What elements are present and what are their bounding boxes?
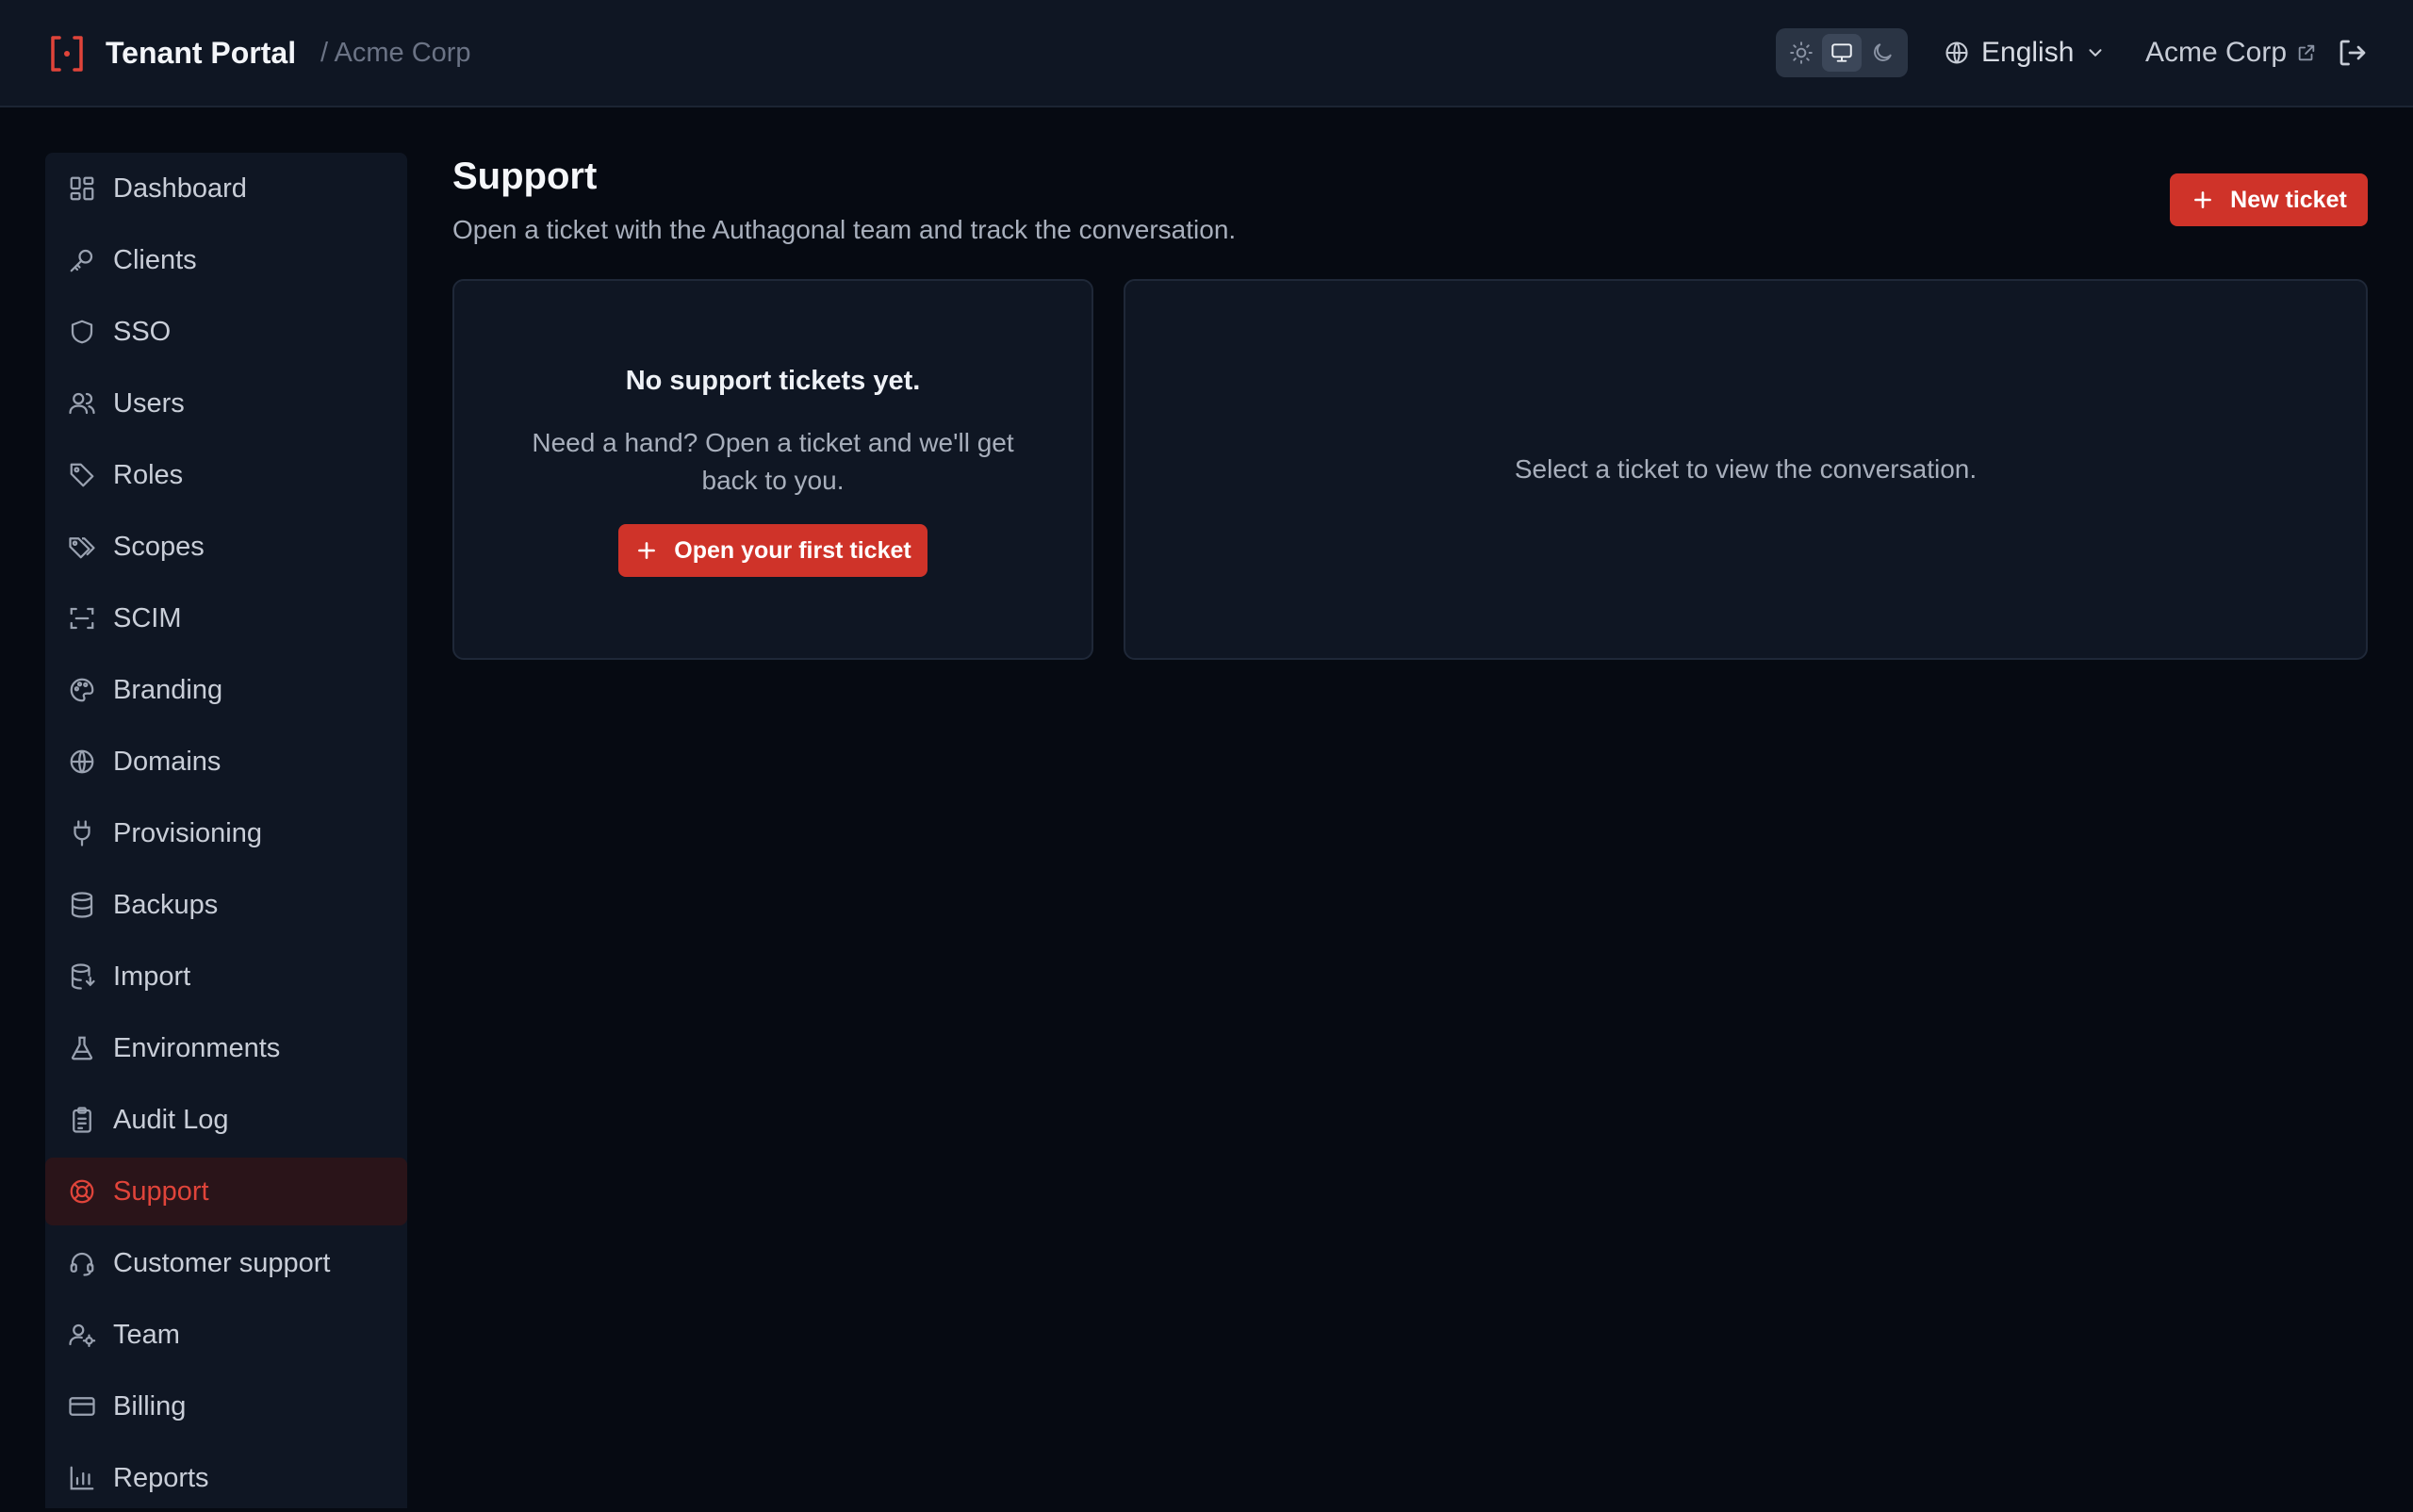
clipboard-icon [73, 1107, 91, 1133]
sidebar-item-customer-support[interactable]: Customer support [45, 1229, 407, 1297]
moon-icon [1873, 43, 1892, 61]
sidebar-item-label: SCIM [113, 602, 182, 633]
empty-state-title: No support tickets yet. [625, 366, 921, 396]
sidebar-item-label: Reports [113, 1462, 209, 1493]
sidebar-item-sso[interactable]: SSO [45, 298, 407, 366]
tag-icon [70, 463, 94, 487]
sidebar-item-label: Clients [113, 244, 197, 275]
shield-icon [71, 320, 93, 344]
new-ticket-button[interactable]: New ticket [2170, 173, 2368, 226]
sidebar-item-label: Support [113, 1175, 209, 1207]
language-label: English [1981, 37, 2075, 68]
chevron-down-icon [2089, 49, 2102, 57]
sidebar-item-label: Audit Log [113, 1104, 229, 1135]
plus-icon [638, 542, 656, 559]
sidebar-item-label: Team [113, 1319, 180, 1350]
dashboard-icon [70, 176, 94, 201]
sidebar-item-label: Roles [113, 459, 184, 490]
conversation-panel: Select a ticket to view the conversation… [1124, 279, 2368, 660]
globe-icon [1945, 41, 1968, 64]
sidebar-item-label: Import [113, 961, 191, 992]
org-link-label: Acme Corp [2145, 37, 2288, 68]
users-icon [69, 392, 95, 415]
sidebar-item-label: Users [113, 387, 185, 419]
credit-card-icon [69, 1397, 95, 1416]
breadcrumb-org: / Acme Corp [320, 38, 471, 68]
sidebar-item-backups[interactable]: Backups [45, 871, 407, 939]
tags-icon [69, 537, 95, 559]
sidebar-item-reports[interactable]: Reports [45, 1444, 407, 1512]
sun-icon [1790, 41, 1814, 64]
flask-icon [71, 1036, 93, 1060]
monitor-icon [1831, 43, 1852, 62]
sidebar-item-clients[interactable]: Clients [45, 226, 407, 294]
plug-icon [74, 820, 90, 846]
ticket-list-panel: No support tickets yet. Need a hand? Ope… [452, 279, 1093, 660]
open-first-ticket-label: Open your first ticket [674, 536, 911, 564]
sidebar-item-domains[interactable]: Domains [45, 728, 407, 796]
user-cog-icon [69, 1323, 96, 1347]
sidebar-item-label: Domains [113, 746, 222, 777]
scan-icon [70, 607, 94, 630]
page-title: Support [452, 156, 598, 197]
new-ticket-label: New ticket [2230, 186, 2347, 213]
theme-dark-button[interactable] [1863, 34, 1902, 72]
external-link-icon [2298, 44, 2315, 61]
globe-icon [70, 749, 94, 774]
database-icon [71, 892, 93, 918]
sidebar-item-audit-log[interactable]: Audit Log [45, 1086, 407, 1154]
sidebar-item-label: Provisioning [113, 817, 262, 848]
key-icon [70, 249, 93, 272]
sidebar-item-scim[interactable]: SCIM [45, 584, 407, 652]
language-selector[interactable]: English [1944, 34, 2106, 72]
sidebar-item-support[interactable]: Support [45, 1158, 407, 1225]
conversation-placeholder: Select a ticket to view the conversation… [1514, 454, 1978, 484]
open-first-ticket-button[interactable]: Open your first ticket [618, 524, 927, 577]
sidebar-item-environments[interactable]: Environments [45, 1014, 407, 1082]
sidebar-item-label: Backups [113, 889, 219, 920]
sidebar-item-label: Environments [113, 1032, 281, 1063]
sidebar-item-label: Branding [113, 674, 223, 705]
sidebar-nav: Dashboard Clients SSO Users Roles Scopes… [45, 153, 407, 1508]
sidebar-item-roles[interactable]: Roles [45, 441, 407, 509]
sidebar-item-dashboard[interactable]: Dashboard [45, 155, 407, 222]
sidebar-item-provisioning[interactable]: Provisioning [45, 799, 407, 867]
theme-switcher [1776, 28, 1908, 77]
sidebar-item-label: Billing [113, 1390, 187, 1422]
sidebar-item-import[interactable]: Import [45, 943, 407, 1011]
palette-icon [70, 678, 94, 702]
app-title[interactable]: Tenant Portal [106, 34, 296, 72]
empty-state-text: Need a hand? Open a ticket and we'll get… [532, 428, 1014, 495]
bar-chart-icon [70, 1466, 94, 1490]
sidebar-item-label: Dashboard [113, 173, 247, 204]
brand-logo-icon[interactable] [49, 34, 85, 74]
sidebar-item-branding[interactable]: Branding [45, 656, 407, 724]
page-subtitle: Open a ticket with the Authagonal team a… [452, 215, 1237, 244]
headset-icon [70, 1252, 94, 1276]
sidebar-item-billing[interactable]: Billing [45, 1372, 407, 1440]
plus-icon [2194, 191, 2212, 208]
theme-light-button[interactable] [1781, 34, 1821, 72]
sidebar-item-team[interactable]: Team [45, 1301, 407, 1369]
sidebar-item-label: Customer support [113, 1247, 331, 1278]
sidebar-item-label: Scopes [113, 531, 205, 562]
sidebar-item-users[interactable]: Users [45, 370, 407, 437]
sidebar-item-label: SSO [113, 316, 172, 347]
lifebuoy-icon [70, 1179, 94, 1204]
theme-system-button[interactable] [1821, 34, 1862, 72]
logout-icon[interactable] [2336, 36, 2370, 70]
org-external-link[interactable]: Acme Corp [2145, 34, 2317, 72]
sidebar-item-scopes[interactable]: Scopes [45, 513, 407, 581]
top-bar: Tenant Portal / Acme Corp English Acme C… [0, 0, 2413, 107]
database-import-icon [71, 963, 95, 990]
